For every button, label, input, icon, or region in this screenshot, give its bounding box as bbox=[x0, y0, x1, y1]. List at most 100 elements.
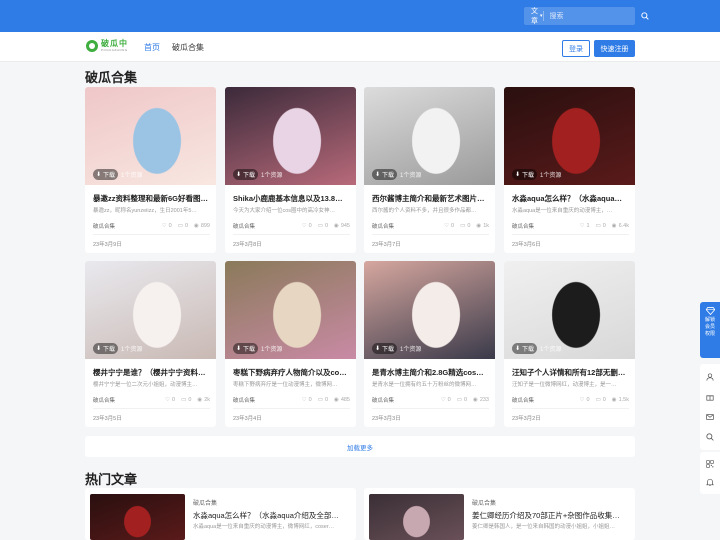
post-thumbnail[interactable]: ⬇ 下载 1个资源 bbox=[364, 87, 495, 185]
hot-excerpt: 水淼aqua是一位来自重庆的动漫博主，微博网红，coser… bbox=[193, 524, 335, 530]
post-card[interactable]: ⬇ 下载 1个资源 汪知子个人详情和所有12部无删… 汪知子是一位微博网红，动漫… bbox=[504, 261, 635, 427]
eye-icon: ◉ bbox=[473, 397, 478, 403]
post-thumbnail[interactable]: ⬇ 下载 1个资源 bbox=[504, 261, 635, 359]
chevron-down-icon: ▾ bbox=[540, 13, 543, 19]
heart-icon: ♡ bbox=[444, 223, 450, 229]
search-icon[interactable] bbox=[704, 431, 716, 443]
post-category[interactable]: 破瓜合集 bbox=[512, 396, 574, 404]
post-date: 23年3月2日 bbox=[512, 416, 541, 422]
post-thumbnail[interactable]: ⬇ 下载 1个资源 bbox=[85, 87, 216, 185]
download-icon: ⬇ bbox=[236, 346, 242, 352]
post-card[interactable]: ⬇ 下载 1个资源 是青水博主简介和2.8G精选cos… 是青水是一位拥有约五十… bbox=[364, 261, 495, 427]
post-thumbnail[interactable]: ⬇ 下载 1个资源 bbox=[225, 261, 356, 359]
post-category[interactable]: 破瓜合集 bbox=[512, 222, 574, 230]
post-title[interactable]: 枣糕下野病弃疗人物简介以及co… bbox=[233, 367, 350, 378]
divider bbox=[93, 408, 210, 409]
section-title: 破瓜合集 bbox=[85, 70, 138, 85]
gift-icon[interactable] bbox=[704, 391, 716, 403]
divider bbox=[233, 408, 350, 409]
heart-icon: ♡ bbox=[161, 223, 167, 229]
post-card[interactable]: ⬇ 下载 1个资源 西尔酱博主简介和最新艺术图片… 西尔酱的个人资料不多，并且很… bbox=[364, 87, 495, 253]
download-icon: ⬇ bbox=[375, 172, 381, 178]
hot-thumbnail[interactable] bbox=[369, 494, 464, 540]
post-thumbnail[interactable]: ⬇ 下载 1个资源 bbox=[364, 261, 495, 359]
hot-article[interactable]: 破瓜合集 姜仁卿经历介绍及70部正片+杂图作品收集… 姜仁卿是韩国人，是一位来自… bbox=[364, 488, 635, 540]
hot-article[interactable]: 破瓜合集 水淼aqua怎么样？（水淼aqua介绍及全部… 水淼aqua是一位来自… bbox=[85, 488, 356, 540]
comment-icon: ▭ bbox=[317, 223, 323, 229]
divider bbox=[233, 234, 350, 235]
heart-icon: ♡ bbox=[301, 223, 307, 229]
nav-item-home[interactable]: 首页 bbox=[144, 42, 160, 53]
mail-icon[interactable] bbox=[704, 411, 716, 423]
post-category[interactable]: 破瓜合集 bbox=[233, 222, 296, 230]
post-card[interactable]: ⬇ 下载 1个资源 枣糕下野病弃疗人物简介以及co… 枣糕下野病弃疗是一位动漫博… bbox=[225, 261, 356, 427]
post-title[interactable]: 是青水博主简介和2.8G精选cos… bbox=[372, 367, 489, 378]
side-toolbar bbox=[700, 364, 720, 450]
post-title[interactable]: Shika小鹿鹿基本信息以及13.8… bbox=[233, 193, 350, 204]
post-title[interactable]: 水淼aqua怎么样？（水淼aqua… bbox=[512, 193, 629, 204]
hot-category[interactable]: 破瓜合集 bbox=[193, 498, 217, 507]
post-card[interactable]: ⬇ 下载 1个资源 水淼aqua怎么样？（水淼aqua… 水淼aqua是一位来自… bbox=[504, 87, 635, 253]
hot-title[interactable]: 水淼aqua怎么样？（水淼aqua介绍及全部… bbox=[193, 510, 348, 521]
post-excerpt: 枣糕下野病弃疗是一位动漫博主，微博网… bbox=[233, 382, 338, 388]
download-badge: ⬇ 下载 bbox=[512, 343, 538, 354]
comment-icon: ▭ bbox=[177, 223, 183, 229]
post-card[interactable]: ⬇ 下载 1个资源 Shika小鹿鹿基本信息以及13.8… 今天为大家介绍一位c… bbox=[225, 87, 356, 253]
user-icon[interactable] bbox=[704, 371, 716, 383]
login-button[interactable]: 登录 bbox=[562, 40, 590, 57]
download-label: 下载 bbox=[103, 347, 116, 353]
post-category[interactable]: 破瓜合集 bbox=[93, 222, 156, 230]
post-thumbnail[interactable]: ⬇ 下载 1个资源 bbox=[504, 87, 635, 185]
bell-icon[interactable] bbox=[704, 476, 716, 488]
resource-count: 1个资源 bbox=[121, 173, 143, 179]
post-title[interactable]: 汪知子个人详情和所有12部无删… bbox=[512, 367, 629, 378]
like-count: 0 bbox=[447, 397, 451, 403]
post-title[interactable]: 暴邀zz资料整理和最新6G好看图… bbox=[93, 193, 210, 204]
search-input[interactable] bbox=[543, 8, 641, 24]
qrcode-icon[interactable] bbox=[704, 458, 716, 470]
resource-count: 1个资源 bbox=[540, 347, 562, 353]
post-card[interactable]: ⬇ 下载 1个资源 暴邀zz资料整理和最新6G好看图… 暴邀zz，昵称名yunz… bbox=[85, 87, 216, 253]
load-more-button[interactable]: 加载更多 bbox=[85, 436, 635, 457]
post-excerpt: 汪知子是一位微博网红，动漫博主，是一… bbox=[512, 382, 617, 388]
comment-icon: ▭ bbox=[317, 397, 323, 403]
post-category[interactable]: 破瓜合集 bbox=[233, 396, 296, 404]
view-count: 6.4k bbox=[618, 223, 629, 229]
post-title[interactable]: 西尔酱博主简介和最新艺术图片… bbox=[372, 193, 489, 204]
nav-item-collection[interactable]: 破瓜合集 bbox=[172, 42, 204, 53]
site-logo[interactable]: 破瓜中 POGUAZHONG bbox=[86, 40, 128, 52]
view-count: 945 bbox=[340, 223, 350, 229]
hot-category[interactable]: 破瓜合集 bbox=[472, 498, 496, 507]
eye-icon: ◉ bbox=[194, 223, 199, 229]
view-count: 1k bbox=[483, 223, 489, 229]
hot-thumbnail[interactable] bbox=[90, 494, 185, 540]
post-card[interactable]: ⬇ 下载 1个资源 樱井宁宁是谁？（樱井宁宁资料… 樱井宁宁是一位二次元小姐姐，… bbox=[85, 261, 216, 427]
search-box: 文章 ▾ bbox=[524, 7, 649, 25]
search-icon[interactable] bbox=[640, 8, 649, 24]
post-category[interactable]: 破瓜合集 bbox=[93, 396, 159, 404]
like-count: 0 bbox=[308, 397, 312, 403]
register-button[interactable]: 快速注册 bbox=[594, 40, 635, 57]
like-count: 0 bbox=[451, 223, 455, 229]
resource-count: 1个资源 bbox=[121, 347, 143, 353]
vip-label: 解锁会员权限 bbox=[705, 317, 716, 337]
eye-icon: ◉ bbox=[611, 223, 617, 229]
search-type-label: 文章 bbox=[531, 8, 538, 25]
download-label: 下载 bbox=[243, 173, 256, 179]
heart-icon: ♡ bbox=[165, 397, 171, 403]
top-bar: 文章 ▾ bbox=[0, 0, 720, 32]
post-category[interactable]: 破瓜合集 bbox=[372, 222, 438, 230]
post-title[interactable]: 樱井宁宁是谁？（樱井宁宁资料… bbox=[93, 367, 210, 378]
post-excerpt: 水淼aqua是一位来自重庆的动漫博主，… bbox=[512, 208, 613, 214]
like-count: 0 bbox=[168, 223, 172, 229]
download-label: 下载 bbox=[522, 347, 535, 353]
divider bbox=[372, 408, 489, 409]
comment-count: 0 bbox=[467, 223, 471, 229]
post-thumbnail[interactable]: ⬇ 下载 1个资源 bbox=[85, 261, 216, 359]
view-count: 1.5k bbox=[618, 397, 629, 403]
post-thumbnail[interactable]: ⬇ 下载 1个资源 bbox=[225, 87, 356, 185]
search-type-select[interactable]: 文章 ▾ bbox=[524, 8, 544, 25]
post-category[interactable]: 破瓜合集 bbox=[372, 396, 435, 404]
vip-unlock-button[interactable]: 解锁会员权限 bbox=[700, 302, 720, 358]
hot-title[interactable]: 姜仁卿经历介绍及70部正片+杂图作品收集… bbox=[472, 510, 627, 521]
